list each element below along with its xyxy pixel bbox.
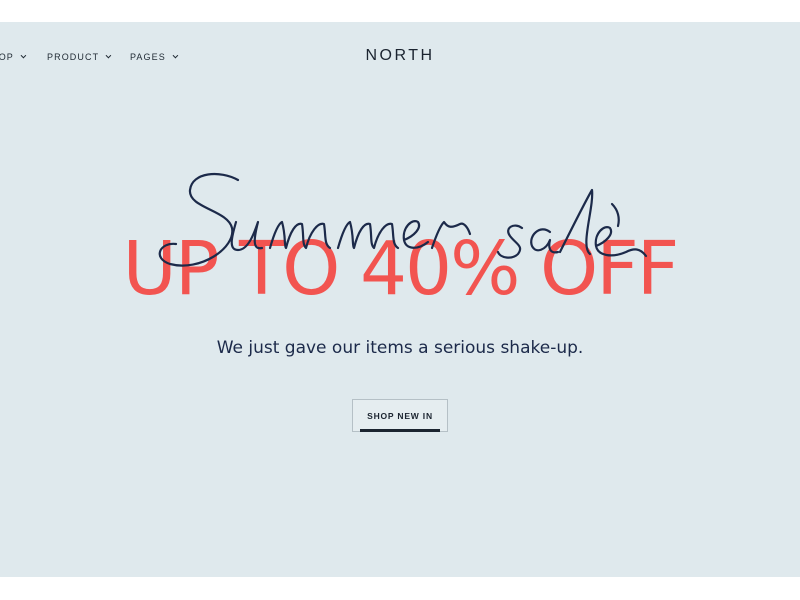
- top-navigation: SHOP PRODUCT PAGES NORTH: [0, 22, 800, 92]
- site-logo[interactable]: NORTH: [0, 47, 800, 65]
- sale-description: We just gave our items a serious shake-u…: [216, 338, 584, 358]
- sale-headline: UP TO 40% OFF: [122, 226, 680, 312]
- hero-banner: SHOP PRODUCT PAGES NORTH UP TO 40% OFF: [0, 22, 800, 577]
- shop-new-in-button[interactable]: SHOP NEW IN: [352, 399, 448, 432]
- button-underline: [360, 429, 440, 432]
